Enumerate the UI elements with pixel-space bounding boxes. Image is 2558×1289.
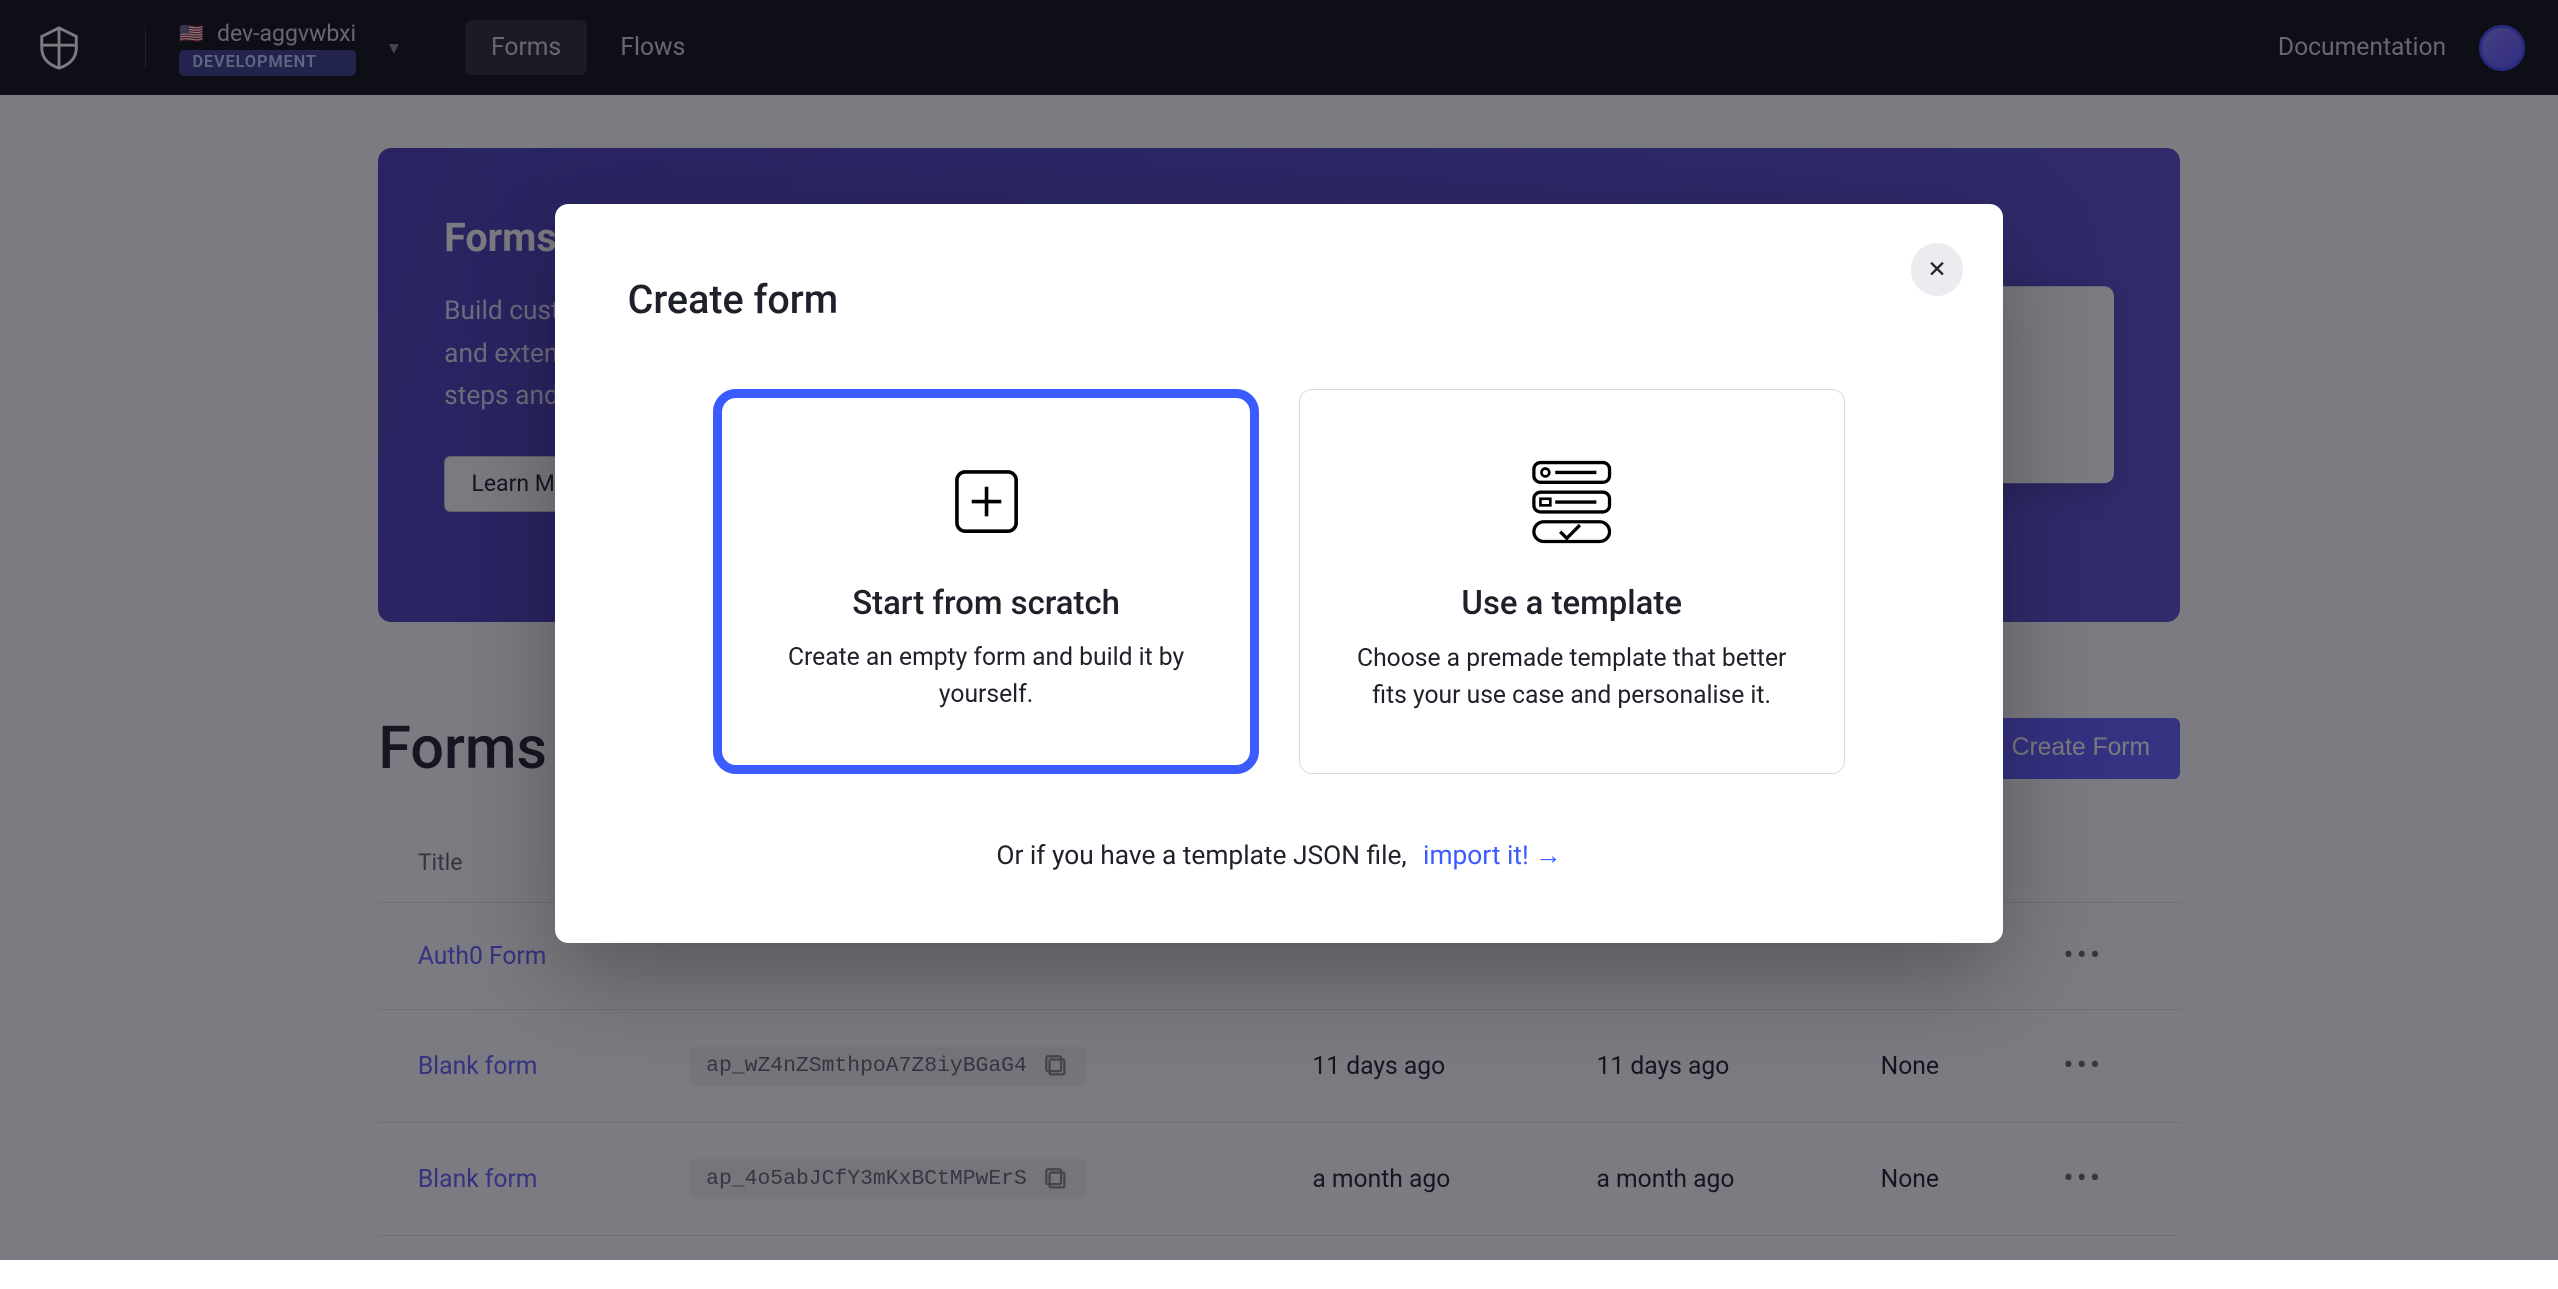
import-prefix: Or if you have a template JSON file, <box>996 841 1406 871</box>
modal-title: Create form <box>628 276 1931 323</box>
plus-square-icon <box>760 456 1212 548</box>
create-form-modal: Create form ✕ Start from scratch Create … <box>555 204 2003 943</box>
option-heading: Start from scratch <box>760 584 1212 623</box>
import-row: Or if you have a template JSON file, imp… <box>628 840 1931 871</box>
option-start-from-scratch[interactable]: Start from scratch Create an empty form … <box>713 389 1259 774</box>
template-stack-icon <box>1346 456 1798 548</box>
close-icon[interactable]: ✕ <box>1911 243 1964 296</box>
option-desc: Create an empty form and build it by you… <box>760 639 1212 713</box>
modal-overlay[interactable]: Create form ✕ Start from scratch Create … <box>0 0 2558 1260</box>
modal-options: Start from scratch Create an empty form … <box>628 389 1931 774</box>
import-link[interactable]: import it! → <box>1423 841 1562 871</box>
option-desc: Choose a premade template that better fi… <box>1346 640 1798 714</box>
option-heading: Use a template <box>1346 584 1798 623</box>
option-use-template[interactable]: Use a template Choose a premade template… <box>1299 389 1845 774</box>
